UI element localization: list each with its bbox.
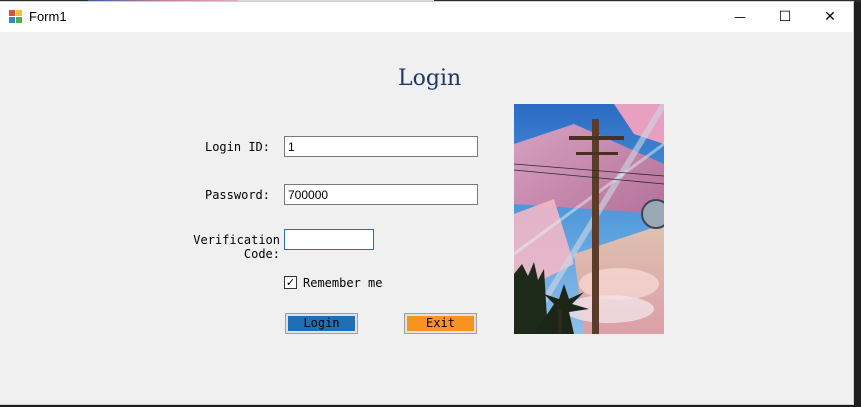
close-icon: ✕ — [824, 9, 836, 25]
verification-code-label: Verification Code: — [193, 233, 280, 261]
maximize-button[interactable]: ☐ — [762, 2, 808, 32]
maximize-icon: ☐ — [778, 9, 792, 25]
form-client-area: Login Login ID: Password: Verification C… — [0, 32, 853, 404]
check-icon: ✓ — [285, 276, 296, 289]
close-button[interactable]: ✕ — [807, 2, 853, 32]
login-id-input[interactable] — [284, 136, 478, 157]
exit-button-label: Exit — [407, 316, 474, 331]
login-button[interactable]: Login — [285, 313, 358, 334]
verification-code-input[interactable] — [284, 229, 374, 250]
remember-me-checkbox[interactable]: ✓ — [284, 276, 297, 289]
remember-me-label[interactable]: Remember me — [303, 276, 382, 290]
minimize-button[interactable]: — — [717, 2, 763, 32]
exit-button[interactable]: Exit — [404, 313, 477, 334]
password-input[interactable] — [284, 184, 478, 205]
login-id-label: Login ID: — [204, 140, 270, 154]
collage-image — [514, 104, 664, 334]
page-title: Login — [398, 66, 462, 91]
password-label: Password: — [204, 188, 270, 202]
login-picture — [514, 104, 664, 334]
title-bar[interactable]: Form1 — ☐ ✕ — [0, 2, 853, 32]
form-window: Form1 — ☐ ✕ Login Login ID: Password: Ve… — [0, 2, 853, 404]
minimize-icon: — — [734, 10, 746, 24]
window-title: Form1 — [29, 9, 67, 24]
login-button-label: Login — [288, 316, 355, 331]
app-icon — [9, 10, 22, 23]
